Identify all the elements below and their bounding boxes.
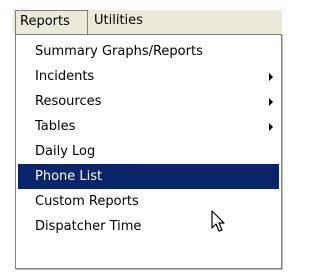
- menu-item-label: Custom Reports: [35, 194, 139, 209]
- menu-item-label: Daily Log: [35, 144, 96, 159]
- menu-item-summary-graphs-reports[interactable]: Summary Graphs/Reports: [18, 39, 279, 64]
- menu-item-phone-list[interactable]: Phone List: [18, 164, 279, 189]
- menu-item-label: Phone List: [35, 169, 103, 184]
- menu-utilities[interactable]: Utilities: [90, 10, 147, 34]
- submenu-arrow-icon: [269, 73, 273, 81]
- submenu-arrow-icon: [269, 98, 273, 106]
- application-window: Reports Utilities Summary Graphs/Reports…: [0, 0, 296, 279]
- menu-item-custom-reports[interactable]: Custom Reports: [18, 189, 279, 214]
- menu-item-label: Tables: [35, 119, 76, 134]
- submenu-arrow-icon: [269, 123, 273, 131]
- menu-item-dispatcher-time[interactable]: Dispatcher Time: [18, 214, 279, 239]
- menu-item-label: Dispatcher Time: [35, 219, 142, 234]
- menu-item-label: Resources: [35, 94, 102, 109]
- menu-item-incidents[interactable]: Incidents: [18, 64, 279, 89]
- menu-bar: Reports Utilities: [13, 10, 282, 34]
- arrow-cursor-icon: [211, 210, 225, 232]
- menu-reports[interactable]: Reports: [15, 10, 88, 34]
- menu-item-label: Summary Graphs/Reports: [35, 44, 203, 59]
- menu-item-daily-log[interactable]: Daily Log: [18, 139, 279, 164]
- menu-item-label: Incidents: [35, 69, 95, 84]
- menu-item-resources[interactable]: Resources: [18, 89, 279, 114]
- reports-dropdown-menu: Summary Graphs/Reports Incidents Resourc…: [15, 34, 282, 269]
- menu-item-tables[interactable]: Tables: [18, 114, 279, 139]
